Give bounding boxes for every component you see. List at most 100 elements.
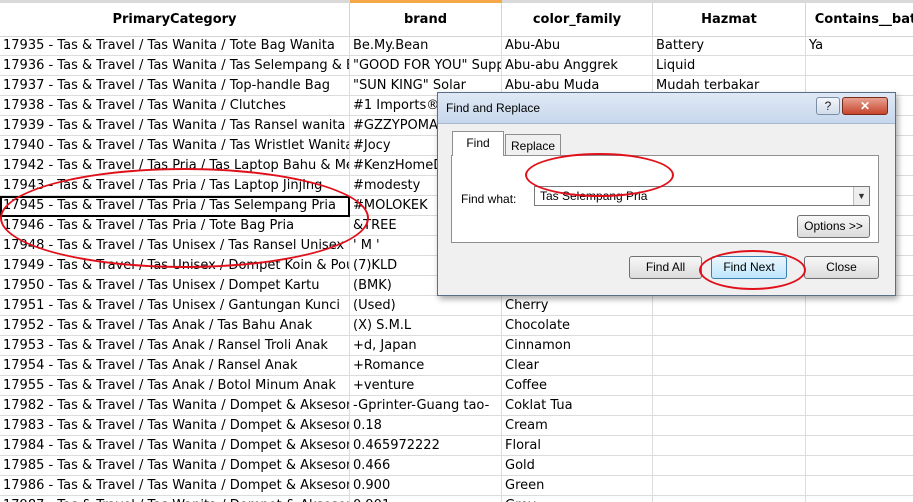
cell-contains[interactable]	[806, 376, 913, 396]
cell-color[interactable]: Coklat Tua	[502, 396, 653, 416]
cell-category[interactable]: 17936 - Tas & Travel / Tas Wanita / Tas …	[0, 56, 350, 76]
cell-color[interactable]: Cream	[502, 416, 653, 436]
table-row: 17985 - Tas & Travel / Tas Wanita / Domp…	[0, 456, 913, 476]
cell-contains[interactable]	[806, 316, 913, 336]
tab-replace[interactable]: Replace	[505, 134, 561, 156]
cell-hazmat[interactable]	[653, 476, 806, 496]
cell-category[interactable]: 17985 - Tas & Travel / Tas Wanita / Domp…	[0, 456, 350, 476]
cell-brand[interactable]: 0.466	[350, 456, 502, 476]
column-header[interactable]: Contains__bat	[806, 3, 913, 36]
cell-hazmat[interactable]	[653, 456, 806, 476]
cell-brand[interactable]: +Romance	[350, 356, 502, 376]
cell-color[interactable]: Coffee	[502, 376, 653, 396]
cell-contains[interactable]	[806, 56, 913, 76]
active-cell[interactable]	[0, 196, 350, 217]
cell-hazmat[interactable]	[653, 496, 806, 502]
cell-contains[interactable]	[806, 396, 913, 416]
table-row: 17954 - Tas & Travel / Tas Anak / Ransel…	[0, 356, 913, 376]
cell-contains[interactable]	[806, 296, 913, 316]
cell-category[interactable]: 17939 - Tas & Travel / Tas Wanita / Tas …	[0, 116, 350, 136]
cell-color[interactable]: Floral	[502, 436, 653, 456]
cell-category[interactable]: 17987 - Tas & Travel / Tas Wanita / Domp…	[0, 496, 350, 502]
cell-category[interactable]: 17938 - Tas & Travel / Tas Wanita / Clut…	[0, 96, 350, 116]
find-all-button[interactable]: Find All	[629, 256, 702, 279]
table-row: 17986 - Tas & Travel / Tas Wanita / Domp…	[0, 476, 913, 496]
options-button[interactable]: Options >>	[797, 215, 870, 238]
cell-brand[interactable]: 0.18	[350, 416, 502, 436]
cell-contains[interactable]	[806, 476, 913, 496]
cell-hazmat[interactable]	[653, 336, 806, 356]
dialog-titlebar[interactable]: Find and Replace ? ✕	[438, 93, 895, 124]
cell-contains[interactable]	[806, 356, 913, 376]
cell-color[interactable]: Grey	[502, 496, 653, 502]
cell-color[interactable]: Abu-abu Anggrek	[502, 56, 653, 76]
cell-hazmat[interactable]	[653, 316, 806, 336]
help-button[interactable]: ?	[816, 97, 840, 115]
cell-color[interactable]: Cherry	[502, 296, 653, 316]
cell-color[interactable]: Cinnamon	[502, 336, 653, 356]
cell-color[interactable]: Abu-Abu	[502, 36, 653, 56]
close-icon[interactable]: ✕	[842, 97, 888, 115]
cell-brand[interactable]: (X) S.M.L	[350, 316, 502, 336]
cell-category[interactable]: 17948 - Tas & Travel / Tas Unisex / Tas …	[0, 236, 350, 256]
cell-brand[interactable]: +d, Japan	[350, 336, 502, 356]
cell-hazmat[interactable]	[653, 296, 806, 316]
cell-brand[interactable]: 0.465972222	[350, 436, 502, 456]
table-row: 17951 - Tas & Travel / Tas Unisex / Gant…	[0, 296, 913, 316]
close-button[interactable]: Close	[804, 256, 879, 279]
cell-category[interactable]: 17984 - Tas & Travel / Tas Wanita / Domp…	[0, 436, 350, 456]
chevron-down-icon[interactable]: ▼	[853, 187, 869, 205]
column-header-row: PrimaryCategory brand color_family Hazmat Co…	[0, 0, 913, 37]
cell-category[interactable]: 17946 - Tas & Travel / Tas Pria / Tote B…	[0, 216, 350, 236]
cell-category[interactable]: 17986 - Tas & Travel / Tas Wanita / Domp…	[0, 476, 350, 496]
tab-find[interactable]: Find	[452, 131, 504, 156]
cell-category[interactable]: 17982 - Tas & Travel / Tas Wanita / Domp…	[0, 396, 350, 416]
cell-contains[interactable]: Ya	[806, 36, 913, 56]
cell-contains[interactable]	[806, 436, 913, 456]
cell-color[interactable]: Chocolate	[502, 316, 653, 336]
cell-category[interactable]: 17935 - Tas & Travel / Tas Wanita / Tote…	[0, 36, 350, 56]
cell-brand[interactable]: -Gprinter-Guang tao-	[350, 396, 502, 416]
cell-contains[interactable]	[806, 456, 913, 476]
cell-brand[interactable]: "GOOD FOR YOU" Supplement	[350, 56, 502, 76]
cell-category[interactable]: 17953 - Tas & Travel / Tas Anak / Ransel…	[0, 336, 350, 356]
cell-hazmat[interactable]	[653, 376, 806, 396]
cell-contains[interactable]	[806, 336, 913, 356]
cell-hazmat[interactable]: Battery	[653, 36, 806, 56]
cell-category[interactable]: 17942 - Tas & Travel / Tas Pria / Tas La…	[0, 156, 350, 176]
find-what-label: Find what:	[461, 192, 517, 206]
cell-contains[interactable]	[806, 416, 913, 436]
cell-color[interactable]: Gold	[502, 456, 653, 476]
cell-category[interactable]: 17940 - Tas & Travel / Tas Wanita / Tas …	[0, 136, 350, 156]
cell-category[interactable]: 17949 - Tas & Travel / Tas Unisex / Domp…	[0, 256, 350, 276]
cell-color[interactable]: Green	[502, 476, 653, 496]
cell-hazmat[interactable]	[653, 356, 806, 376]
column-header[interactable]: PrimaryCategory	[0, 3, 350, 36]
cell-brand[interactable]: Be.My.Bean	[350, 36, 502, 56]
cell-category[interactable]: 17951 - Tas & Travel / Tas Unisex / Gant…	[0, 296, 350, 316]
cell-brand[interactable]: +venture	[350, 376, 502, 396]
column-header[interactable]: color_family	[502, 3, 653, 36]
cell-category[interactable]: 17952 - Tas & Travel / Tas Anak / Tas Ba…	[0, 316, 350, 336]
cell-category[interactable]: 17937 - Tas & Travel / Tas Wanita / Top-…	[0, 76, 350, 96]
cell-hazmat[interactable]	[653, 416, 806, 436]
cell-category[interactable]: 17954 - Tas & Travel / Tas Anak / Ransel…	[0, 356, 350, 376]
column-header[interactable]: Hazmat	[653, 3, 806, 36]
cell-brand[interactable]: 0.901	[350, 496, 502, 502]
cell-category[interactable]: 17983 - Tas & Travel / Tas Wanita / Domp…	[0, 416, 350, 436]
cell-category[interactable]: 17943 - Tas & Travel / Tas Pria / Tas La…	[0, 176, 350, 196]
find-next-button[interactable]: Find Next	[711, 256, 787, 279]
cell-brand[interactable]: (Used)	[350, 296, 502, 316]
cell-contains[interactable]	[806, 496, 913, 502]
find-what-input[interactable]: Tas Selempang Pria ▼	[534, 186, 870, 206]
cell-hazmat[interactable]: Liquid	[653, 56, 806, 76]
cell-brand[interactable]: 0.900	[350, 476, 502, 496]
cell-hazmat[interactable]	[653, 436, 806, 456]
cell-hazmat[interactable]	[653, 396, 806, 416]
table-row: 17983 - Tas & Travel / Tas Wanita / Domp…	[0, 416, 913, 436]
column-header[interactable]: brand	[350, 3, 502, 36]
cell-color[interactable]: Clear	[502, 356, 653, 376]
table-row: 17953 - Tas & Travel / Tas Anak / Ransel…	[0, 336, 913, 356]
cell-category[interactable]: 17955 - Tas & Travel / Tas Anak / Botol …	[0, 376, 350, 396]
cell-category[interactable]: 17950 - Tas & Travel / Tas Unisex / Domp…	[0, 276, 350, 296]
